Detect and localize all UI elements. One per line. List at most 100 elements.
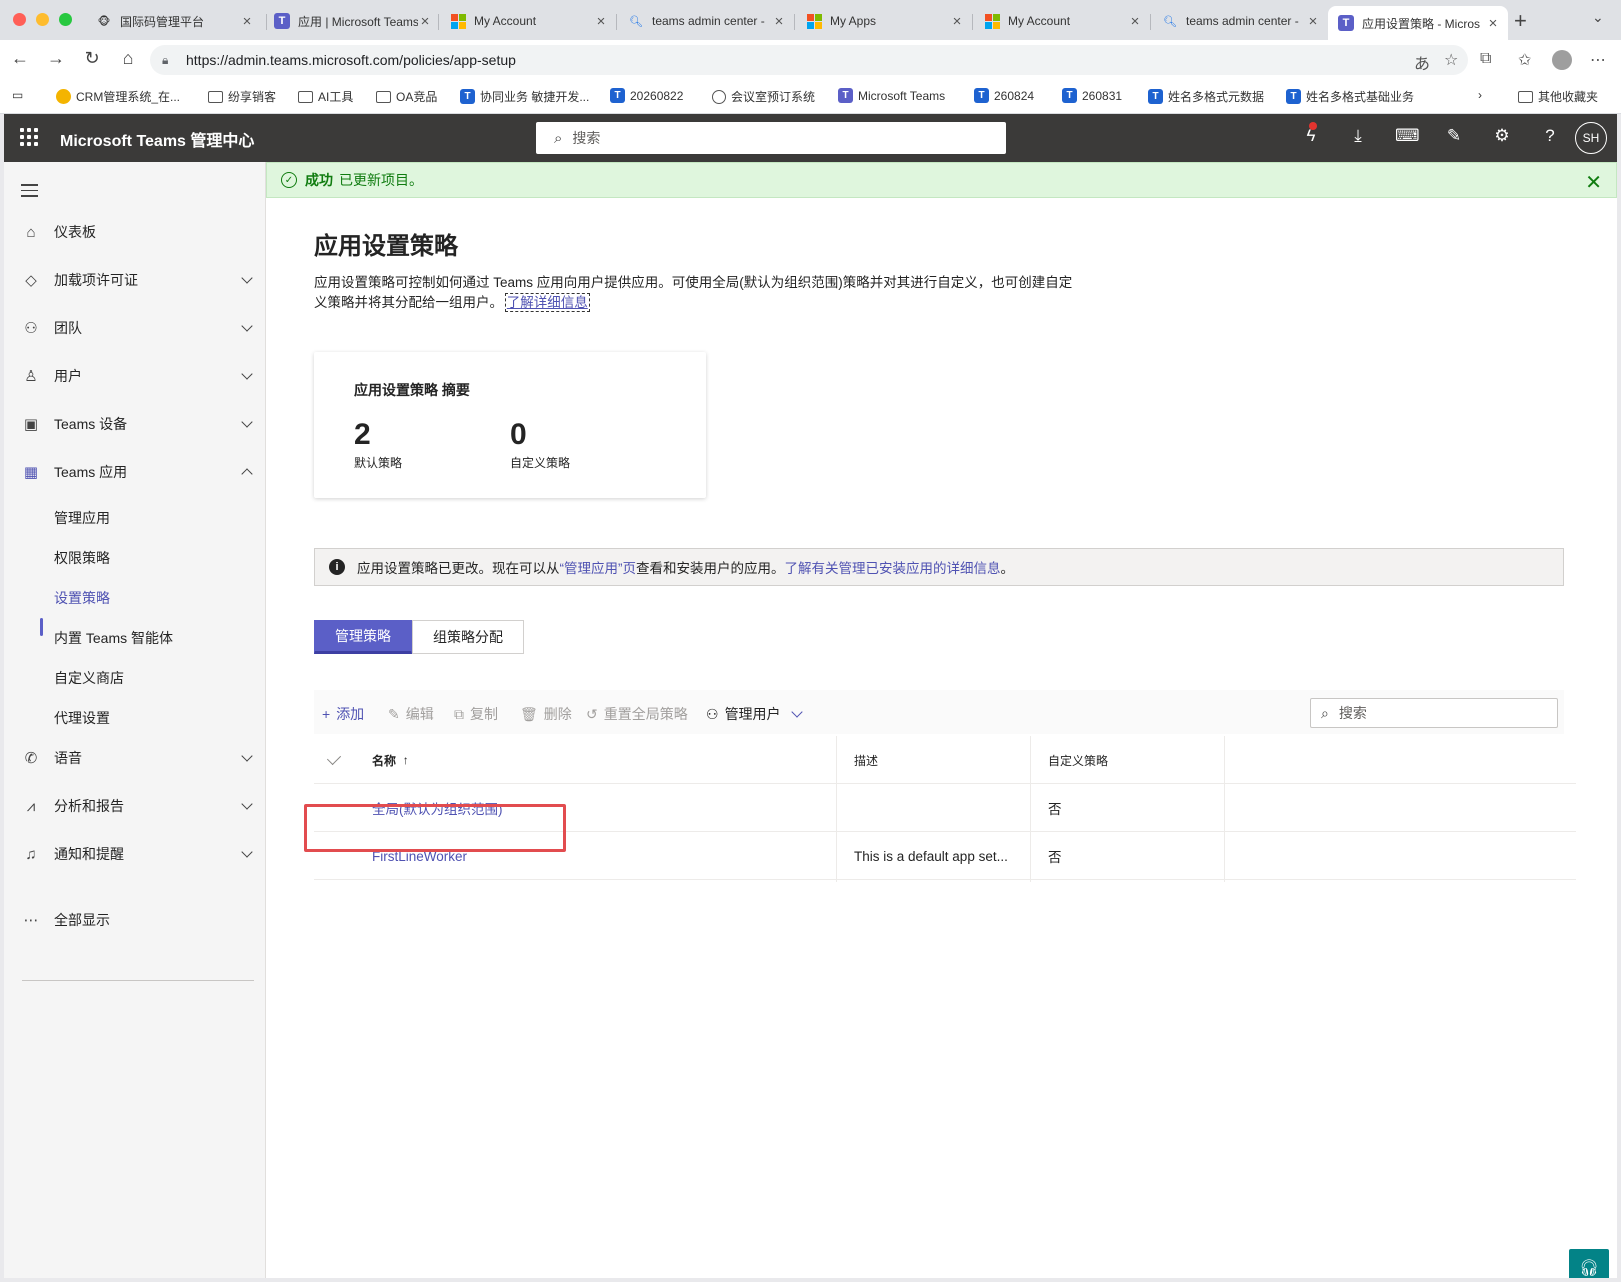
sidebar-item-teams[interactable]: ⚇ 团队: [4, 310, 266, 346]
teams-admin-app: Microsoft Teams 管理中心 ⌕ 搜索 ϟ ⤓ ⌨ ✎ ⚙ ? SH…: [4, 114, 1617, 1278]
star-icon[interactable]: ☆: [1444, 50, 1458, 70]
command-bar: + 添加 ✎ 编辑 ⧉ 复制 🗑︎ 删除 ↺ 重置全局策略 ⚇ 管理用户 ⌕ 搜索: [314, 690, 1564, 734]
browser-tab[interactable]: My Apps ×: [796, 6, 972, 36]
sidebar-show-all[interactable]: ⋯ 全部显示: [4, 902, 266, 938]
window-close-button[interactable]: [13, 13, 26, 26]
close-icon[interactable]: ✕: [1585, 170, 1602, 195]
tower-icon: T: [1148, 89, 1163, 104]
sidebar-item-teams-apps[interactable]: ▦ Teams 应用: [4, 454, 266, 490]
sidebar-item-voice[interactable]: ✆ 语音: [4, 740, 266, 776]
header-search-input[interactable]: ⌕ 搜索: [536, 122, 1006, 154]
bookmark-item[interactable]: T Microsoft Teams: [838, 88, 945, 103]
chevron-down-icon: [240, 320, 254, 335]
browser-tab[interactable]: 🔍︎ teams admin center - ×: [1152, 6, 1328, 36]
bookmark-item[interactable]: 纷享销客: [208, 88, 276, 105]
sidebar-sub-builtin-agents[interactable]: 内置 Teams 智能体: [54, 628, 173, 648]
browser-tab[interactable]: 🔍︎ teams admin center - ×: [618, 6, 794, 36]
success-status: 成功: [305, 172, 333, 188]
extensions-icon[interactable]: ⧉: [1480, 50, 1491, 68]
tab-close-icon[interactable]: ×: [772, 13, 786, 30]
forward-arrow-icon[interactable]: →: [44, 48, 68, 69]
tab-close-icon[interactable]: ×: [1306, 13, 1320, 30]
bookmark-item[interactable]: T 20260822: [610, 88, 683, 103]
help-headset-button[interactable]: 🎧︎: [1569, 1249, 1609, 1278]
sidebar-item-notifications[interactable]: ♫ 通知和提醒: [4, 836, 266, 872]
installed-apps-learn-link[interactable]: 了解有关管理已安装应用的详细信息: [785, 557, 1001, 577]
bookmark-item[interactable]: T 姓名多格式元数据: [1148, 88, 1264, 105]
gear-icon[interactable]: ⚙: [1491, 126, 1513, 146]
sidebar-sub-setup-policies[interactable]: 设置策略: [54, 588, 110, 608]
bookmarks-overflow-icon[interactable]: ›: [1478, 88, 1482, 102]
hamburger-menu-icon[interactable]: [21, 184, 38, 201]
profile-icon[interactable]: [1552, 50, 1572, 70]
table-search-input[interactable]: ⌕ 搜索: [1310, 698, 1558, 728]
other-bookmarks[interactable]: 其他收藏夹: [1518, 88, 1598, 105]
manage-users-button[interactable]: ⚇ 管理用户: [706, 704, 803, 724]
window-maximize-button[interactable]: [59, 13, 72, 26]
address-bar: ← → ↻ ⌂ 🔒︎ https://admin.teams.microsoft…: [0, 40, 1621, 80]
chevron-down-icon[interactable]: ⌄: [1592, 9, 1604, 26]
whats-new-icon[interactable]: ✎: [1443, 126, 1465, 146]
sidebar-item-analytics[interactable]: ⩘ 分析和报告: [4, 788, 266, 824]
bookmark-item[interactable]: T 协同业务 敏捷开发...: [460, 88, 589, 105]
tab-group-policy-assignment[interactable]: 组策略分配: [412, 620, 524, 654]
bookmark-item[interactable]: T 姓名多格式基础业务: [1286, 88, 1414, 105]
reset-global-policy-button[interactable]: ↺ 重置全局策略: [586, 704, 688, 724]
add-button[interactable]: + 添加: [322, 704, 364, 724]
favorites-icon[interactable]: ✩: [1518, 50, 1531, 70]
delete-button[interactable]: 🗑︎ 删除: [520, 704, 572, 724]
new-tab-icon[interactable]: +: [1514, 8, 1527, 34]
help-icon[interactable]: ?: [1539, 126, 1561, 146]
avatar[interactable]: SH: [1575, 122, 1607, 154]
tab-manage-policies[interactable]: 管理策略: [314, 620, 412, 654]
trash-icon: 🗑︎: [520, 705, 538, 722]
sidebar-sub-custom-store[interactable]: 自定义商店: [54, 668, 124, 688]
browser-tab[interactable]: T 应用 | Microsoft Teams ×: [264, 6, 440, 36]
bookmark-item[interactable]: T 260824: [974, 88, 1034, 103]
sidebar-sub-manage-apps[interactable]: 管理应用: [54, 508, 110, 528]
team-icon: ⚇: [24, 320, 38, 337]
tab-close-icon[interactable]: ×: [950, 13, 964, 30]
copy-button[interactable]: ⧉ 复制: [454, 704, 498, 724]
browser-tab-active[interactable]: T 应用设置策略 - Micros ×: [1328, 6, 1508, 40]
column-header-name[interactable]: 名称 ↑: [372, 736, 409, 784]
tab-close-icon[interactable]: ×: [594, 13, 608, 30]
translate-icon[interactable]: あ: [1414, 50, 1430, 74]
tab-close-icon[interactable]: ×: [240, 13, 254, 30]
learn-more-link[interactable]: 了解详细信息: [504, 293, 590, 312]
sidebar-toggle-icon[interactable]: ▭: [12, 88, 23, 102]
browser-tab[interactable]: My Account ×: [974, 6, 1150, 36]
select-all-checkbox[interactable]: [326, 750, 342, 766]
bookmark-item[interactable]: AI工具: [298, 88, 353, 105]
sidebar-item-addon-licenses[interactable]: ◇ 加载项许可证: [4, 262, 266, 298]
tab-close-icon[interactable]: ×: [418, 13, 432, 30]
home-icon[interactable]: ⌂: [116, 48, 140, 69]
bookmark-item[interactable]: OA竞品: [376, 88, 437, 105]
tab-close-icon[interactable]: ×: [1128, 13, 1142, 30]
sidebar-item-teams-devices[interactable]: ▣ Teams 设备: [4, 406, 266, 442]
cli-icon[interactable]: ⌨: [1395, 126, 1420, 146]
edit-button[interactable]: ✎ 编辑: [388, 704, 434, 724]
home-icon: ⌂: [26, 223, 36, 241]
column-header-custom[interactable]: 自定义策略: [1048, 736, 1108, 784]
window-minimize-button[interactable]: [36, 13, 49, 26]
browser-tab[interactable]: My Account ×: [440, 6, 616, 36]
bookmark-item[interactable]: CRM管理系统_在...: [56, 88, 180, 105]
browser-tab[interactable]: 🐵 国际码管理平台 ×: [86, 6, 262, 36]
app-launcher-icon[interactable]: [20, 128, 38, 146]
bookmark-item[interactable]: 会议室预订系统: [712, 88, 815, 105]
tab-close-icon[interactable]: ×: [1486, 15, 1500, 32]
manage-apps-link[interactable]: “管理应用”页: [560, 557, 637, 577]
url-field[interactable]: 🔒︎ https://admin.teams.microsoft.com/pol…: [150, 45, 1468, 75]
download-icon[interactable]: ⤓: [1347, 126, 1369, 146]
back-arrow-icon[interactable]: ←: [8, 48, 32, 69]
sidebar-sub-agent-settings[interactable]: 代理设置: [54, 708, 110, 728]
reload-icon[interactable]: ↻: [80, 48, 104, 69]
column-header-description[interactable]: 描述: [854, 736, 878, 784]
sidebar-item-users[interactable]: ♙ 用户: [4, 358, 266, 394]
policy-tabs: 管理策略 组策略分配: [314, 620, 524, 654]
more-icon[interactable]: ⋯: [1590, 50, 1606, 70]
sidebar-item-dashboard[interactable]: ⌂ 仪表板: [4, 214, 266, 250]
bookmark-item[interactable]: T 260831: [1062, 88, 1122, 103]
sidebar-sub-permission-policies[interactable]: 权限策略: [54, 548, 110, 568]
